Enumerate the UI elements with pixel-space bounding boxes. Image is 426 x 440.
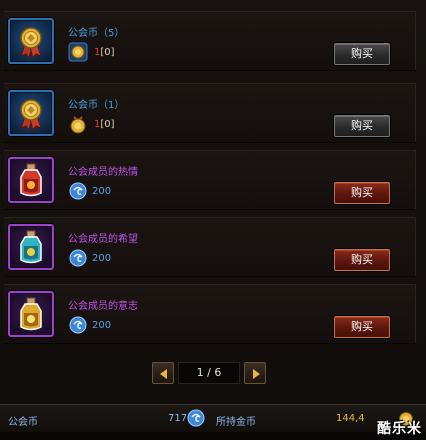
price-value: 200 — [92, 252, 112, 264]
item-name: 公会成员的意志 — [68, 301, 138, 312]
gold-label: 所持金币 — [216, 417, 256, 428]
guild-emblem-icon — [68, 181, 88, 201]
watermark-logo: 酷乐米 — [377, 421, 422, 437]
gold-medal-icon[interactable] — [8, 18, 54, 64]
next-page-button[interactable] — [244, 362, 266, 384]
item-name: 公会币（1） — [68, 100, 125, 111]
bottom-strip — [0, 432, 426, 440]
item-name: 公会币（5） — [68, 28, 125, 39]
guild-emblem-icon — [68, 248, 88, 268]
price-value: 200 — [92, 319, 112, 331]
red-potion-bottle-icon[interactable] — [8, 157, 54, 203]
guild-shop-panel: 公会币（5） 1[0] 购买 公会币（1） 1[0] 购买 公会成员的热情 20… — [0, 0, 426, 404]
page-indicator: 1 / 6 — [178, 362, 240, 384]
pagination: 1 / 6 — [152, 362, 266, 386]
buy-button[interactable]: 购买 — [334, 115, 390, 137]
item-name: 公会成员的热情 — [68, 167, 138, 178]
price-value: 1[0] — [94, 46, 115, 58]
gold-potion-bottle-icon[interactable] — [8, 291, 54, 337]
buy-button[interactable]: 购买 — [334, 182, 390, 204]
item-price: 1[0] — [68, 114, 115, 134]
arrow-right-icon — [253, 369, 260, 379]
guild-emblem-icon — [186, 408, 206, 432]
gold-medal-icon[interactable] — [8, 90, 54, 136]
item-price: 200 — [68, 181, 111, 201]
shop-item-row: 公会成员的热情 200 购买 — [4, 150, 416, 210]
cyan-potion-bottle-icon[interactable] — [8, 224, 54, 270]
gold-value: 144,4 — [336, 413, 365, 424]
guild-coin-medal-icon — [68, 42, 88, 62]
item-price: 200 — [68, 315, 111, 335]
item-price: 200 — [68, 248, 111, 268]
price-value: 1[0] — [94, 118, 115, 130]
guild-coin-label: 公会币 — [8, 417, 38, 428]
buy-button[interactable]: 购买 — [334, 316, 390, 338]
shop-item-row: 公会成员的意志 200 购买 — [4, 284, 416, 344]
guild-emblem-icon — [68, 315, 88, 335]
shop-item-row: 公会成员的希望 200 购买 — [4, 217, 416, 277]
item-price: 1[0] — [68, 42, 115, 62]
shop-item-row: 公会币（5） 1[0] 购买 — [4, 11, 416, 71]
buy-button[interactable]: 购买 — [334, 249, 390, 271]
guild-coin-value: 717 — [168, 413, 188, 424]
price-value: 200 — [92, 185, 112, 197]
shop-item-row: 公会币（1） 1[0] 购买 — [4, 83, 416, 143]
buy-button[interactable]: 购买 — [334, 43, 390, 65]
currency-bar: 公会币 717 所持金币 144,4 — [0, 404, 426, 433]
arrow-left-icon — [160, 369, 167, 379]
gold-coin-icon — [68, 114, 88, 134]
item-name: 公会成员的希望 — [68, 234, 138, 245]
prev-page-button[interactable] — [152, 362, 174, 384]
